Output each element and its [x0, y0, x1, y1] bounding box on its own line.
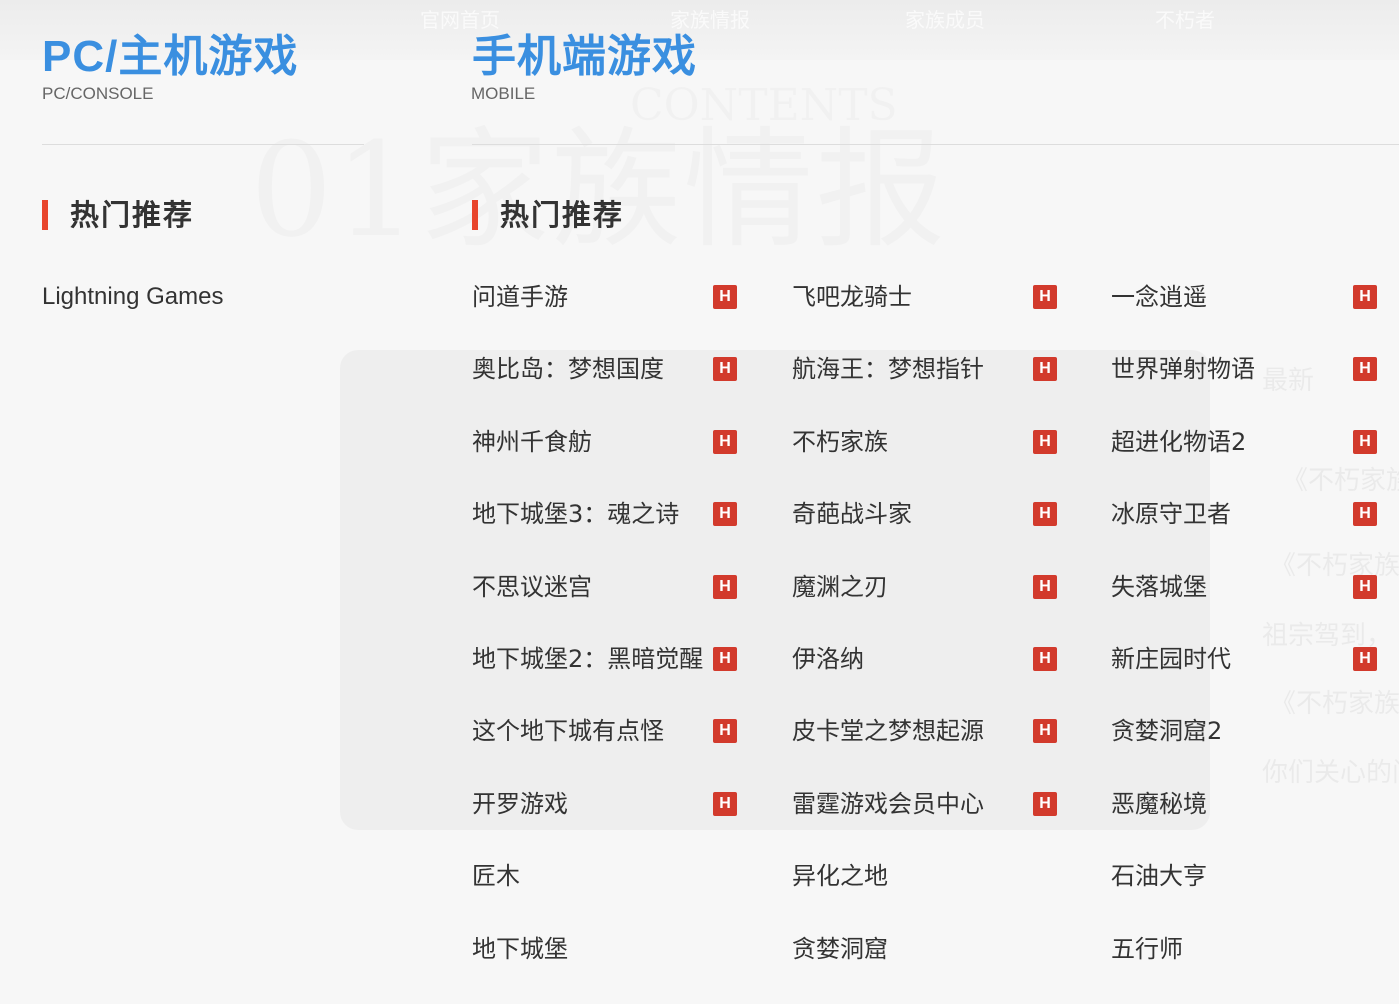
- background-side-text: 《不朽家族》: [1270, 551, 1399, 581]
- background-side-text: 最新: [1262, 366, 1315, 396]
- hot-badge-icon: H: [713, 647, 737, 671]
- mobile-column-subtitle: MOBILE: [471, 84, 536, 103]
- hot-badge-icon: H: [1033, 357, 1057, 381]
- mobile-game-link[interactable]: 雷霆游戏会员中心: [792, 789, 984, 819]
- hot-badge-icon: H: [713, 575, 737, 599]
- mobile-game-link[interactable]: 失落城堡: [1111, 572, 1207, 602]
- mobile-column-title: 手机端游戏: [472, 32, 697, 81]
- mobile-game-link[interactable]: 地下城堡2：黑暗觉醒: [472, 644, 703, 674]
- hot-badge-icon: H: [1353, 285, 1377, 309]
- hot-badge-icon: H: [713, 792, 737, 816]
- background-watermark-small: CONTENTS: [630, 80, 898, 131]
- hot-badge-icon: H: [713, 719, 737, 743]
- mobile-game-link[interactable]: 不朽家族: [792, 427, 888, 457]
- mobile-game-link[interactable]: 一念逍遥: [1111, 282, 1207, 312]
- background-banner-panel: [340, 350, 1210, 830]
- hot-badge-icon: H: [1033, 430, 1057, 454]
- mobile-game-link[interactable]: 皮卡堂之梦想起源: [792, 716, 984, 746]
- mobile-game-link[interactable]: 不思议迷宫: [472, 572, 592, 602]
- pc-game-link[interactable]: Lightning Games: [42, 282, 223, 312]
- mobile-game-link[interactable]: 神州千食舫: [472, 427, 592, 457]
- mobile-game-link[interactable]: 伊洛纳: [792, 644, 864, 674]
- pc-divider: [42, 144, 364, 145]
- hot-badge-icon: H: [713, 285, 737, 309]
- hot-badge-icon: H: [1353, 502, 1377, 526]
- hot-badge-icon: H: [1033, 647, 1057, 671]
- mobile-game-link[interactable]: 魔渊之刃: [792, 572, 888, 602]
- hot-badge-icon: H: [713, 357, 737, 381]
- mobile-game-link[interactable]: 奥比岛：梦想国度: [472, 354, 664, 384]
- background-nav-item: 不朽者: [1155, 8, 1215, 32]
- mobile-game-link[interactable]: 世界弹射物语: [1111, 354, 1255, 384]
- mobile-game-link[interactable]: 恶魔秘境: [1111, 789, 1207, 819]
- mobile-game-link[interactable]: 开罗游戏: [472, 789, 568, 819]
- pc-column-subtitle: PC/CONSOLE: [42, 84, 154, 103]
- mobile-game-link[interactable]: 贪婪洞窟: [792, 934, 888, 964]
- mobile-game-link[interactable]: 贪婪洞窟2: [1111, 716, 1222, 746]
- mobile-game-link[interactable]: 航海王：梦想指针: [792, 354, 984, 384]
- background-side-text: 《不朽家族: [1282, 466, 1399, 496]
- mobile-game-link[interactable]: 匠木: [472, 861, 520, 891]
- mobile-divider: [472, 144, 1399, 145]
- hot-badge-icon: H: [1353, 575, 1377, 599]
- hot-badge-icon: H: [713, 430, 737, 454]
- background-watermark: 01家族情报: [250, 85, 947, 273]
- mobile-game-link[interactable]: 超进化物语2: [1111, 427, 1246, 457]
- hot-badge-icon: H: [1033, 285, 1057, 309]
- mobile-game-link[interactable]: 奇葩战斗家: [792, 499, 912, 529]
- mobile-game-link[interactable]: 冰原守卫者: [1111, 499, 1231, 529]
- mobile-game-link[interactable]: 异化之地: [792, 861, 888, 891]
- hot-badge-icon: H: [1033, 575, 1057, 599]
- background-nav-item: 家族成员: [905, 8, 985, 32]
- hot-badge-icon: H: [1033, 792, 1057, 816]
- background-side-text: 《不朽家族》: [1270, 689, 1399, 719]
- mobile-game-link[interactable]: 地下城堡3：魂之诗: [472, 499, 679, 529]
- pc-column-title: PC/主机游戏: [42, 32, 299, 81]
- hot-badge-icon: H: [1353, 357, 1377, 381]
- background-side-text: 你们关心的问: [1262, 758, 1399, 788]
- mobile-game-link[interactable]: 飞吧龙骑士: [792, 282, 912, 312]
- hot-badge-icon: H: [1033, 719, 1057, 743]
- hot-badge-icon: H: [1353, 647, 1377, 671]
- hot-badge-icon: H: [1353, 430, 1377, 454]
- mobile-game-link[interactable]: 地下城堡: [472, 934, 568, 964]
- mobile-game-link[interactable]: 问道手游: [472, 282, 568, 312]
- hot-badge-icon: H: [1033, 502, 1057, 526]
- mobile-game-link[interactable]: 石油大亨: [1111, 861, 1207, 891]
- pc-section-title: 热门推荐: [42, 196, 194, 234]
- mobile-game-link[interactable]: 新庄园时代: [1111, 644, 1231, 674]
- mobile-section-title: 热门推荐: [472, 196, 624, 234]
- hot-badge-icon: H: [713, 502, 737, 526]
- mobile-game-link[interactable]: 这个地下城有点怪: [472, 716, 664, 746]
- mobile-game-link[interactable]: 五行师: [1111, 934, 1183, 964]
